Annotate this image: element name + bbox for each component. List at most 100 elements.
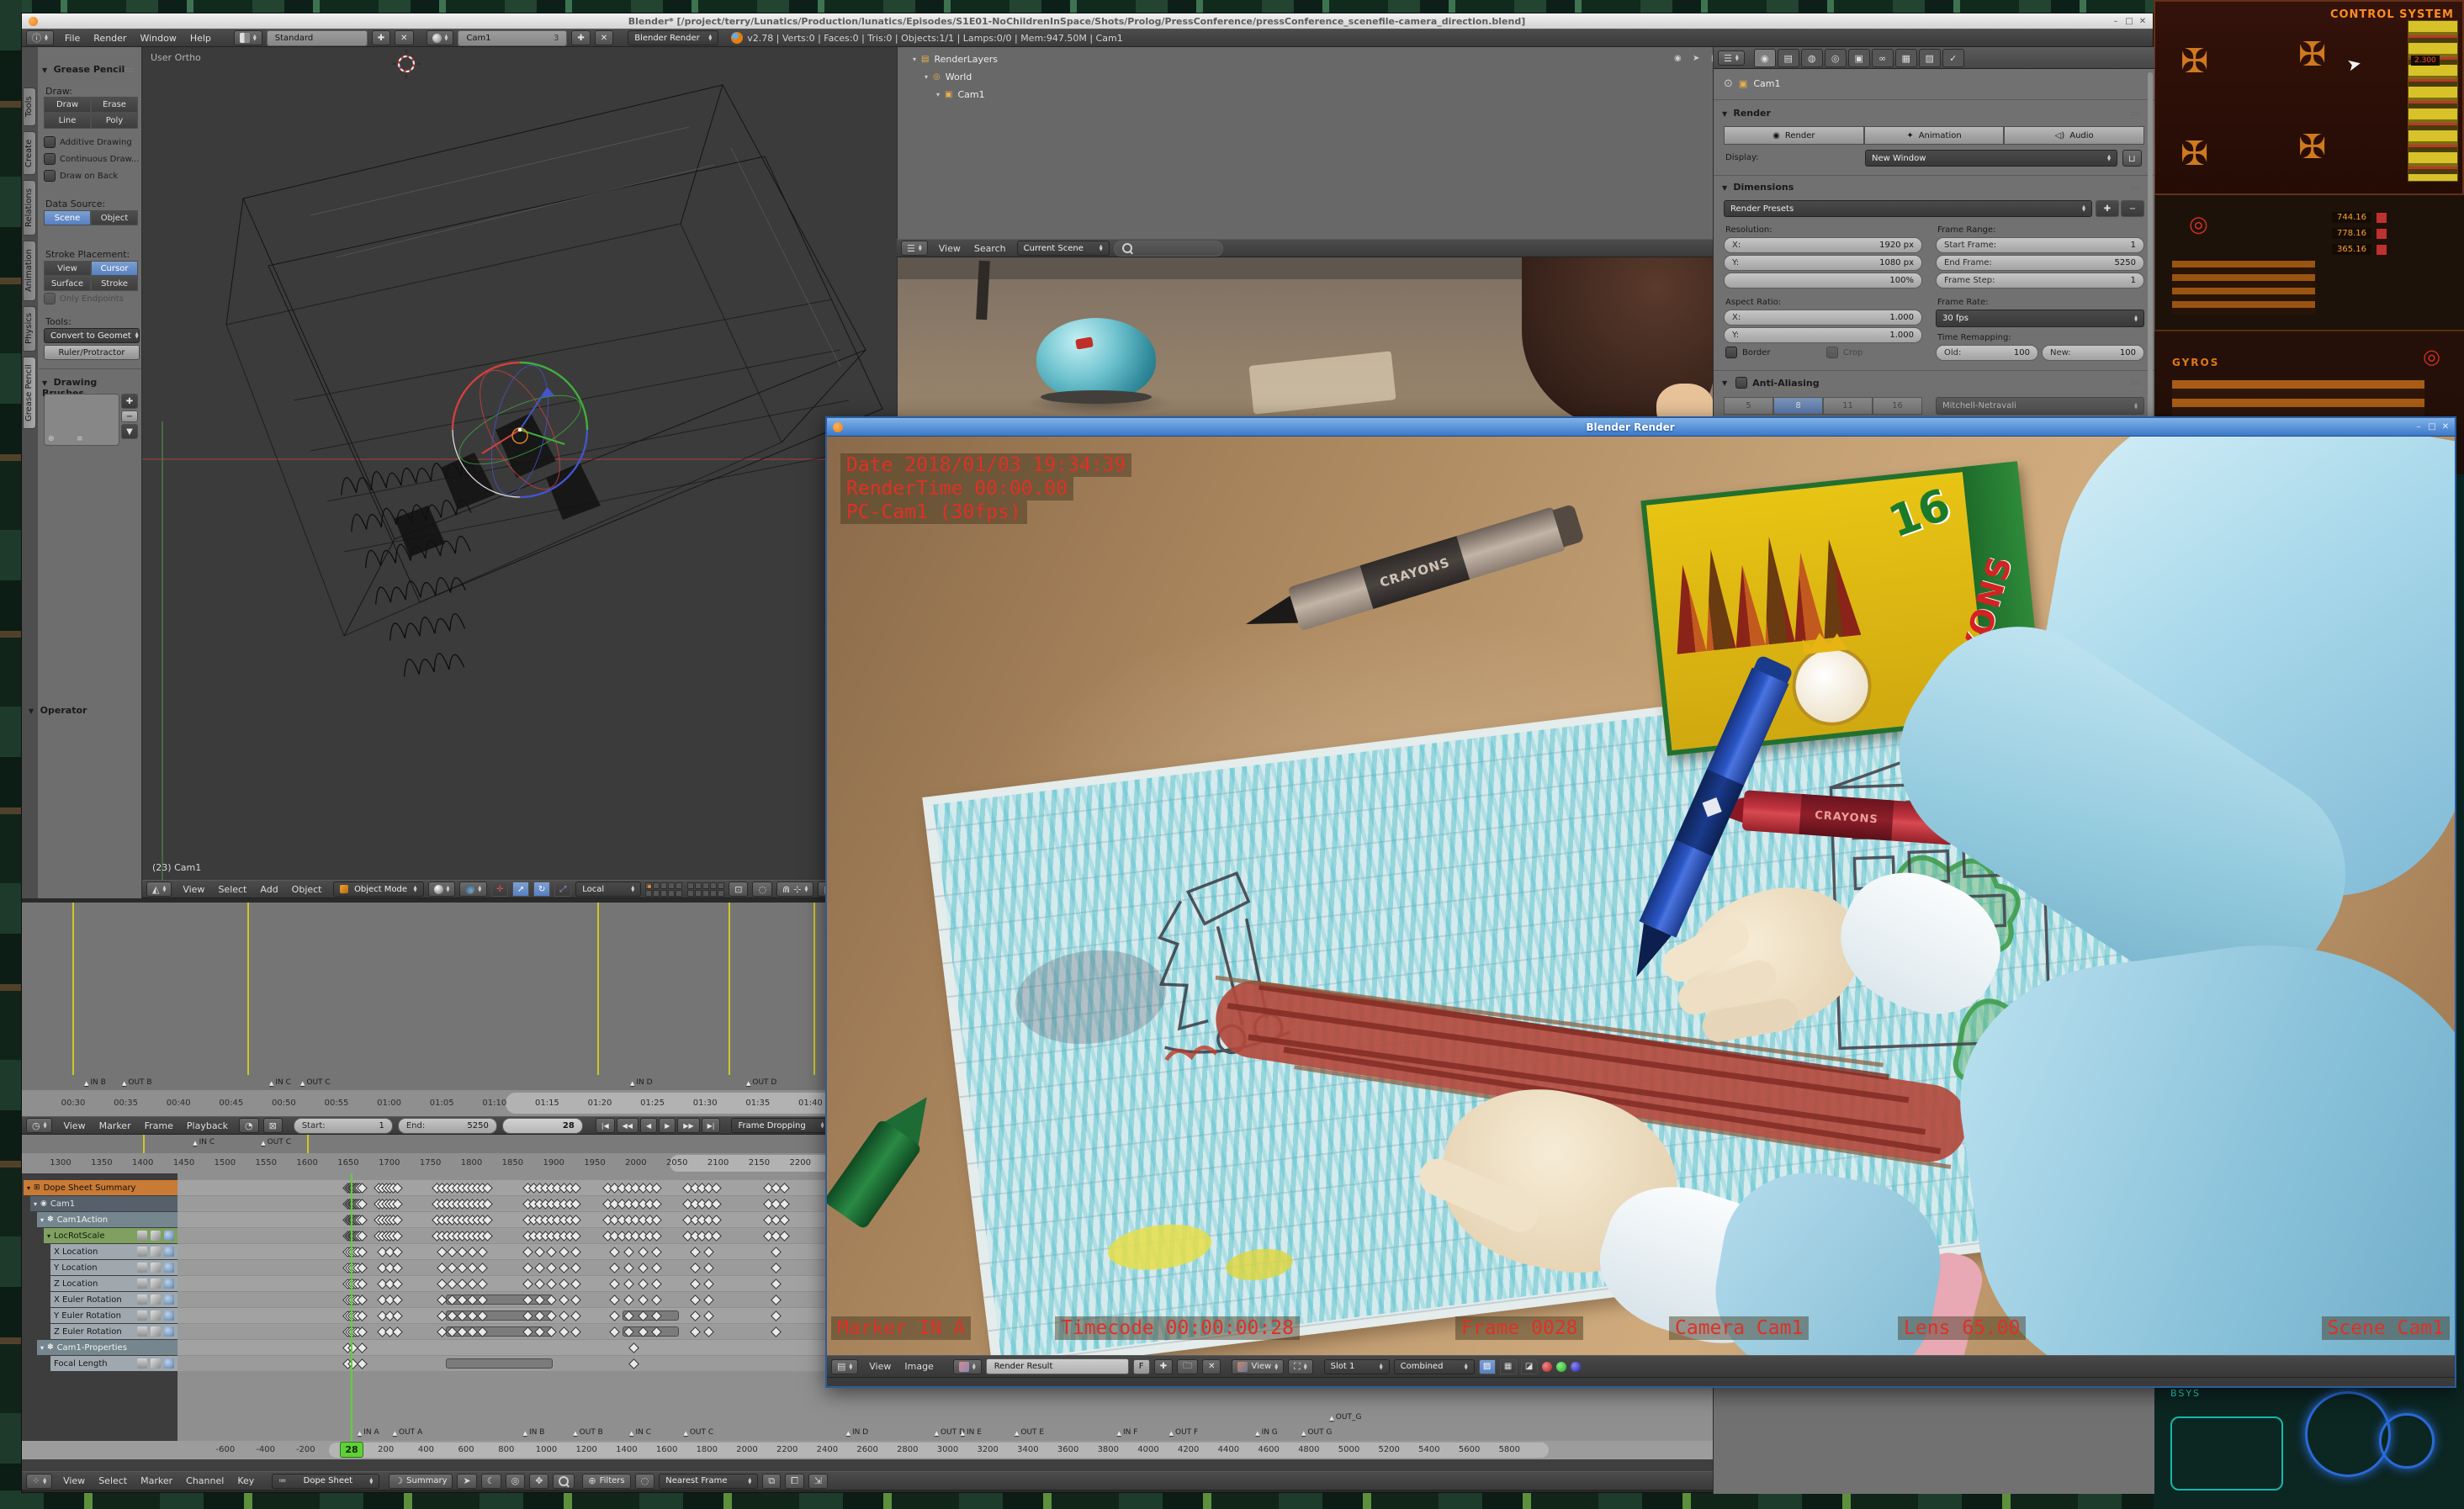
alpha-channel-button[interactable]: ▦ — [1500, 1359, 1517, 1374]
menu-playback[interactable]: Playback — [180, 1120, 235, 1131]
mute-speaker-icon[interactable] — [151, 1231, 161, 1241]
button-object[interactable]: Object — [91, 210, 138, 225]
sync-mode-select[interactable]: Frame Dropping — [731, 1118, 830, 1133]
modifier-wrench-icon[interactable] — [164, 1358, 174, 1369]
prev-key-button[interactable]: ◀◀ — [617, 1118, 639, 1133]
marker-out-b[interactable]: OUT B — [122, 1077, 152, 1088]
channel-focal-length[interactable]: Focal Length — [50, 1356, 178, 1371]
menu-image[interactable]: Image — [898, 1361, 940, 1372]
channel-x-location[interactable]: X Location — [50, 1244, 178, 1259]
layer-toggle[interactable] — [687, 890, 694, 897]
mute-speaker-icon[interactable] — [151, 1279, 161, 1289]
outliner-display-select[interactable]: Current Scene — [1017, 241, 1110, 256]
keyframe[interactable] — [711, 1199, 722, 1210]
keyframe[interactable] — [570, 1326, 581, 1337]
keyframe[interactable] — [652, 1215, 663, 1226]
scene-selector[interactable] — [427, 30, 454, 45]
lock-icon[interactable] — [137, 1231, 147, 1241]
menu-select[interactable]: Select — [211, 884, 253, 895]
marker-out-c[interactable]: OUT C — [300, 1077, 331, 1088]
layer-toggle[interactable] — [702, 890, 709, 897]
layer-toggle[interactable] — [653, 890, 660, 897]
keyframe[interactable] — [559, 1279, 570, 1289]
marker-in-f[interactable]: IN F — [1117, 1427, 1138, 1438]
manipulator-axes-button[interactable]: ✛ — [491, 882, 508, 897]
expander-icon[interactable]: ▾ — [47, 1232, 50, 1240]
screen-layout-field[interactable]: Standard — [267, 30, 368, 46]
keyframe[interactable] — [690, 1295, 701, 1305]
add-preset-button[interactable]: ✚ — [2096, 200, 2119, 217]
close-button[interactable]: ✕ — [2136, 17, 2149, 26]
button-surface[interactable]: Surface — [44, 276, 91, 291]
field-end-frame-[interactable]: End Frame:5250 — [1936, 255, 2144, 271]
menu-view[interactable]: View — [56, 1120, 92, 1131]
keyframe[interactable] — [771, 1310, 782, 1321]
preview-range-clock-button[interactable]: ◔ — [239, 1118, 259, 1133]
tab-constraints[interactable]: ∞ — [1872, 49, 1894, 67]
keyframe[interactable] — [559, 1263, 570, 1273]
keyframe[interactable] — [392, 1326, 403, 1337]
modifier-wrench-icon[interactable] — [164, 1326, 174, 1337]
keyframe[interactable] — [570, 1263, 581, 1273]
display-lock-button[interactable]: ⊔ — [2122, 150, 2142, 167]
mute-speaker-icon[interactable] — [151, 1295, 161, 1305]
button-render[interactable]: ◉Render — [1724, 126, 1864, 145]
editor-type-button[interactable]: ☰ — [901, 241, 928, 256]
filters-expander[interactable]: ⊕Filters — [582, 1474, 630, 1489]
keyframe[interactable] — [638, 1279, 649, 1289]
option-additive-drawing[interactable]: Additive Drawing — [44, 136, 140, 148]
dopesheet-ruler[interactable]: -600-400-2000200400600800100012001400160… — [22, 1441, 1713, 1459]
editor-type-button[interactable]: ▤ — [831, 1359, 858, 1374]
marker-in-c[interactable]: IN C — [269, 1077, 291, 1088]
keyframe[interactable] — [392, 1310, 403, 1321]
layer-toggle[interactable] — [718, 890, 724, 897]
lock-icon[interactable] — [137, 1263, 147, 1273]
pin-icon[interactable]: ⊙ — [1724, 77, 1733, 90]
view-select-button[interactable]: View — [1232, 1359, 1284, 1374]
keyframe[interactable] — [457, 1263, 468, 1273]
button-audio[interactable]: ◁)Audio — [2004, 126, 2144, 145]
brush-list-box[interactable]: ⊕ ≡ — [44, 394, 119, 446]
mute-speaker-icon[interactable] — [151, 1247, 161, 1257]
target-button[interactable]: ◎ — [506, 1474, 526, 1489]
option-continuous-draw-[interactable]: Continuous Draw... — [44, 153, 140, 165]
field-new-[interactable]: New:100 — [2042, 345, 2144, 361]
keyframe[interactable] — [457, 1247, 468, 1258]
scene-users-count[interactable]: 3 — [554, 34, 559, 43]
keyframe[interactable] — [477, 1279, 488, 1289]
menu-add[interactable]: Add — [253, 884, 284, 895]
tab-relations[interactable]: Relations — [23, 180, 36, 236]
keyframe[interactable] — [392, 1295, 403, 1305]
keyframe[interactable] — [570, 1310, 581, 1321]
field-y-[interactable]: Y:1080 px — [1724, 255, 1922, 271]
current-frame-badge[interactable]: 28 — [340, 1442, 363, 1458]
open-image-button[interactable]: 🗀 — [1177, 1359, 1198, 1374]
mute-speaker-icon[interactable] — [151, 1326, 161, 1337]
only-endpoints-option[interactable]: Only Endpoints — [44, 293, 124, 304]
keyframe[interactable] — [610, 1247, 621, 1258]
keyframe[interactable] — [534, 1263, 545, 1273]
maximize-button[interactable]: □ — [2122, 17, 2136, 26]
editor-type-button[interactable]: ⓘ — [26, 30, 54, 45]
layer-grid[interactable] — [645, 882, 724, 897]
marker-out_g[interactable]: OUT_G — [1329, 1411, 1361, 1422]
mute-speaker-icon[interactable] — [151, 1310, 161, 1321]
layer-toggle[interactable] — [695, 890, 702, 897]
drag-handle-icon[interactable]: ≡ — [77, 435, 83, 443]
checkbox-icon[interactable] — [1735, 377, 1747, 389]
menu-select[interactable]: Select — [92, 1475, 134, 1486]
channel-dope-sheet-summary[interactable]: ▾⊞Dope Sheet Summary — [24, 1180, 178, 1195]
viewport-shading-button[interactable] — [428, 882, 456, 897]
mute-speaker-icon[interactable] — [151, 1263, 161, 1273]
marker-out-d[interactable]: OUT D — [746, 1077, 776, 1088]
layer-toggle[interactable] — [710, 890, 717, 897]
expander-icon[interactable]: ▾ — [40, 1216, 44, 1224]
layer-toggle[interactable] — [668, 882, 675, 889]
editor-type-button[interactable]: ☰ — [1718, 50, 1745, 66]
checkbox-icon[interactable] — [44, 153, 56, 165]
button-erase[interactable]: Erase — [91, 97, 138, 113]
add-brush-button[interactable]: ✚ — [121, 394, 138, 409]
ghosts-button[interactable]: ☾ — [481, 1474, 501, 1489]
tab-physics[interactable]: Physics — [23, 306, 36, 352]
menu-view[interactable]: View — [932, 243, 967, 254]
